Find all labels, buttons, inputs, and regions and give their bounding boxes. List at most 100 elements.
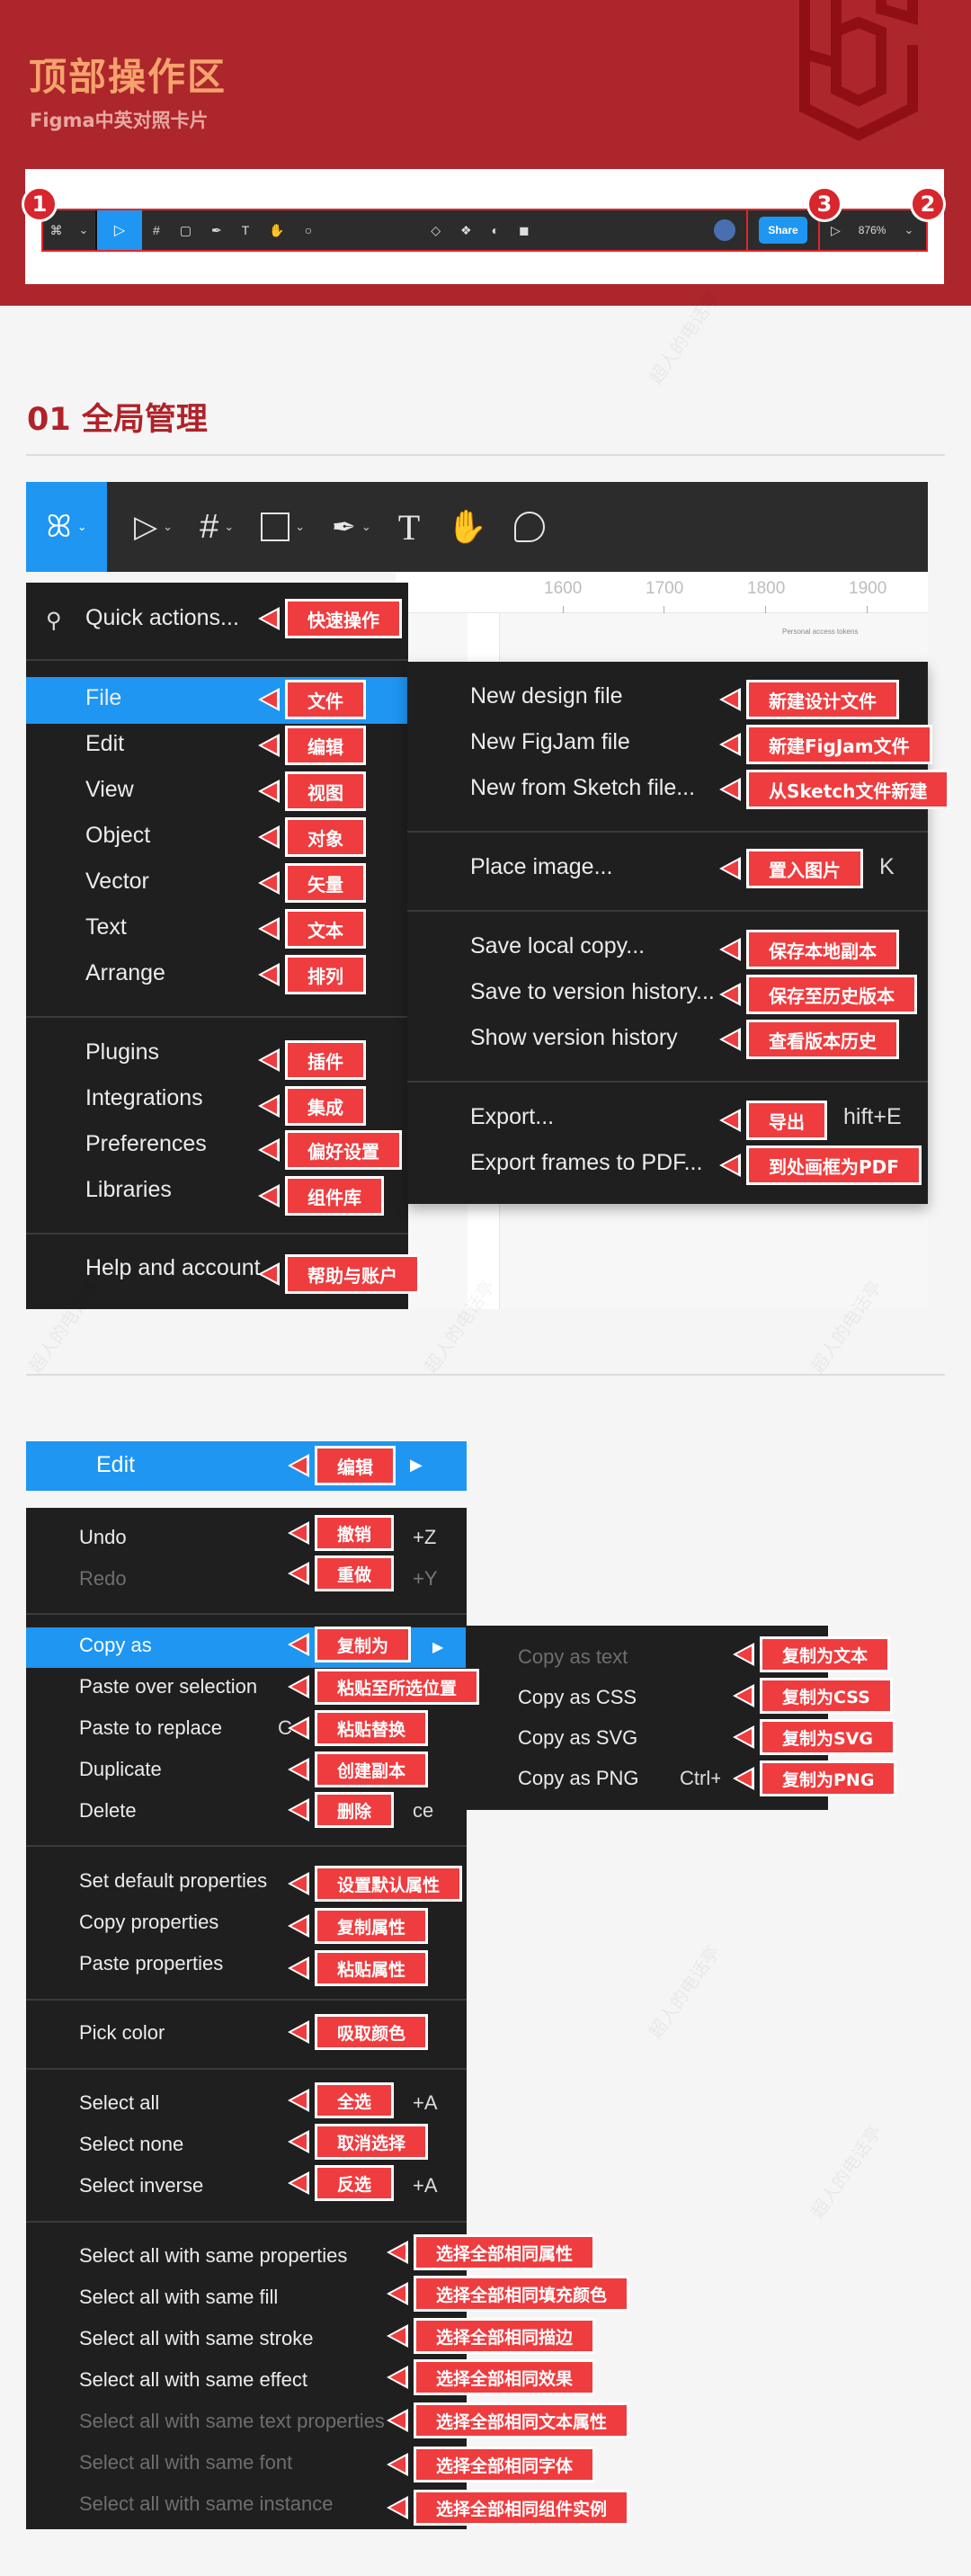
menu-item-new-design-file[interactable]: New design file bbox=[470, 683, 623, 709]
menu-item-paste-to-replace[interactable]: Paste to replace bbox=[79, 1716, 222, 1740]
annotation-tag: 偏好设置 bbox=[258, 1130, 402, 1170]
annotation-tag: 选择全部相同文本属性 bbox=[387, 2402, 630, 2438]
move-tool[interactable]: ▷ ⌄ bbox=[134, 509, 173, 545]
menu-item-select-same-font[interactable]: Select all with same font bbox=[79, 2451, 292, 2474]
menu-item-show-version-history[interactable]: Show version history bbox=[470, 1025, 678, 1051]
shortcut-label: ce bbox=[413, 1799, 434, 1822]
menu-item-copy-as-svg[interactable]: Copy as SVG bbox=[518, 1726, 637, 1750]
menu-item-export-frames-pdf[interactable]: Export frames to PDF... bbox=[470, 1150, 702, 1176]
shape-icon[interactable]: ▢ bbox=[180, 223, 192, 238]
menu-item-set-default-properties[interactable]: Set default properties bbox=[79, 1869, 295, 1893]
chevron-down-icon: ⌄ bbox=[904, 223, 914, 236]
menu-item-select-same-text-properties[interactable]: Select all with same text properties bbox=[79, 2410, 416, 2433]
share-button[interactable]: Share bbox=[759, 217, 807, 244]
frame-tool[interactable]: # ⌄ bbox=[200, 508, 234, 547]
menu-item-copy-as[interactable]: Copy as bbox=[79, 1634, 152, 1657]
component-edit-icon[interactable]: ◇ bbox=[431, 223, 441, 238]
chevron-down-icon: ⌄ bbox=[163, 520, 174, 533]
annotation-tag: 文件 bbox=[258, 680, 366, 719]
figma-menu-button[interactable]: ꕤ ⌄ bbox=[26, 482, 107, 572]
menu-item-select-inverse[interactable]: Select inverse bbox=[79, 2174, 203, 2197]
present-icon[interactable]: ▷ bbox=[831, 223, 841, 238]
avatar[interactable] bbox=[714, 219, 735, 241]
shortcut-label: +A bbox=[413, 2091, 438, 2114]
text-icon[interactable]: T bbox=[242, 223, 250, 237]
edit-menu-header[interactable]: Edit ▶ bbox=[26, 1441, 467, 1491]
boolean-icon[interactable]: ◼ bbox=[519, 223, 530, 238]
menu-item-quick-actions[interactable]: Quick actions... bbox=[85, 605, 239, 631]
menu-item-copy-as-css[interactable]: Copy as CSS bbox=[518, 1686, 637, 1709]
menu-item-pick-color[interactable]: Pick color bbox=[79, 2021, 165, 2045]
annotation-tag: 集成 bbox=[258, 1086, 366, 1126]
menu-item-select-none[interactable]: Select none bbox=[79, 2133, 183, 2156]
menu-item-select-same-stroke[interactable]: Select all with same stroke bbox=[79, 2327, 313, 2350]
annotation-tag: 复制为文本 bbox=[733, 1636, 891, 1672]
pen-icon[interactable]: ✒ bbox=[211, 223, 222, 238]
text-tool[interactable]: T bbox=[398, 506, 420, 548]
menu-item-select-same-effect[interactable]: Select all with same effect bbox=[79, 2368, 307, 2392]
menu-item-undo[interactable]: Undo bbox=[79, 1526, 127, 1549]
annotation-tag: 查看版本历史 bbox=[719, 1020, 899, 1059]
menu-item-redo[interactable]: Redo bbox=[79, 1567, 127, 1591]
pen-tool[interactable]: ✒ ⌄ bbox=[332, 510, 371, 544]
submenu-arrow-icon: ▶ bbox=[410, 1456, 423, 1474]
hand-icon[interactable]: ✋ bbox=[269, 223, 284, 238]
menu-item-preferences[interactable]: Preferences bbox=[85, 1131, 207, 1157]
menu-item-copy-as-png[interactable]: Copy as PNG bbox=[518, 1767, 639, 1790]
page-subtitle: Figma中英对照卡片 bbox=[30, 110, 209, 131]
comment-tool[interactable] bbox=[514, 512, 545, 542]
annotation-tag: 编辑 bbox=[288, 1446, 396, 1485]
menu-item-delete[interactable]: Delete bbox=[79, 1799, 137, 1823]
move-tool-button[interactable]: ▷ bbox=[97, 210, 142, 250]
menu-item-integrations[interactable]: Integrations bbox=[85, 1085, 203, 1111]
zoom-level[interactable]: 876% bbox=[859, 224, 886, 236]
ruler-label: 1600 bbox=[544, 579, 583, 598]
frame-icon[interactable]: # bbox=[153, 223, 160, 237]
annotation-tag: 保存本地副本 bbox=[719, 930, 899, 969]
menu-item-arrange[interactable]: Arrange bbox=[85, 960, 165, 986]
menu-item-save-local-copy[interactable]: Save local copy... bbox=[470, 933, 645, 959]
menu-item-paste-properties[interactable]: Paste properties bbox=[79, 1952, 223, 1975]
shape-tool[interactable]: ⌄ bbox=[261, 513, 305, 541]
menu-item-export[interactable]: Export... bbox=[470, 1104, 554, 1130]
menu-item-view[interactable]: View bbox=[85, 777, 134, 803]
menu-item-libraries[interactable]: Libraries bbox=[85, 1177, 172, 1203]
menu-item-copy-as-text[interactable]: Copy as text bbox=[518, 1645, 628, 1669]
menu-item-text[interactable]: Text bbox=[85, 914, 127, 940]
annotation-tag: 置入图片 bbox=[719, 849, 863, 888]
annotation-tag: 帮助与账户 bbox=[258, 1254, 420, 1294]
menu-item-place-image[interactable]: Place image... bbox=[470, 854, 612, 880]
menu-item-edit[interactable]: Edit bbox=[85, 731, 124, 757]
menu-item-object[interactable]: Object bbox=[85, 823, 150, 849]
menu-item-new-figjam-file[interactable]: New FigJam file bbox=[470, 729, 630, 755]
menu-item-duplicate[interactable]: Duplicate bbox=[79, 1758, 162, 1781]
hand-tool[interactable]: ✋ bbox=[447, 508, 487, 546]
menu-item-select-same-properties[interactable]: Select all with same properties bbox=[79, 2244, 347, 2268]
menu-item-copy-properties[interactable]: Copy properties bbox=[79, 1911, 218, 1934]
components-icon[interactable]: ❖ bbox=[460, 223, 472, 238]
badge-1: 1 bbox=[22, 186, 58, 222]
annotation-tag: 选择全部相同填充颜色 bbox=[387, 2276, 630, 2312]
menu-item-paste-over-selection[interactable]: Paste over selection bbox=[79, 1675, 257, 1698]
chevron-down-icon: ⌄ bbox=[76, 520, 87, 533]
shortcut-label: +A bbox=[413, 2174, 438, 2197]
chevron-down-icon: ⌄ bbox=[224, 520, 235, 533]
menu-item-save-version-history[interactable]: Save to version history... bbox=[470, 979, 726, 1005]
menu-item-select-same-fill[interactable]: Select all with same fill bbox=[79, 2286, 278, 2309]
menu-item-help-account[interactable]: Help and account bbox=[85, 1255, 274, 1281]
menu-item-select-same-instance[interactable]: Select all with same instance bbox=[79, 2492, 333, 2516]
menu-item-vector[interactable]: Vector bbox=[85, 869, 149, 895]
ruler-label: 1900 bbox=[849, 579, 887, 598]
search-icon: ⚲ bbox=[46, 609, 62, 633]
annotation-tag: 粘贴至所选位置 bbox=[288, 1669, 480, 1705]
menu-item-plugins[interactable]: Plugins bbox=[85, 1039, 159, 1065]
mask-icon[interactable]: ◐ bbox=[492, 223, 499, 237]
annotation-tag: 创建副本 bbox=[288, 1752, 429, 1787]
text-icon: T bbox=[397, 506, 421, 548]
menu-item-select-all[interactable]: Select all bbox=[79, 2091, 159, 2115]
annotation-tag: 复制为 bbox=[288, 1627, 412, 1662]
menu-item-file[interactable]: File bbox=[85, 685, 121, 711]
comment-icon[interactable]: ○ bbox=[305, 223, 312, 237]
menu-item-new-from-sketch[interactable]: New from Sketch file... bbox=[470, 775, 695, 801]
annotation-tag: 选择全部相同描边 bbox=[387, 2318, 596, 2354]
